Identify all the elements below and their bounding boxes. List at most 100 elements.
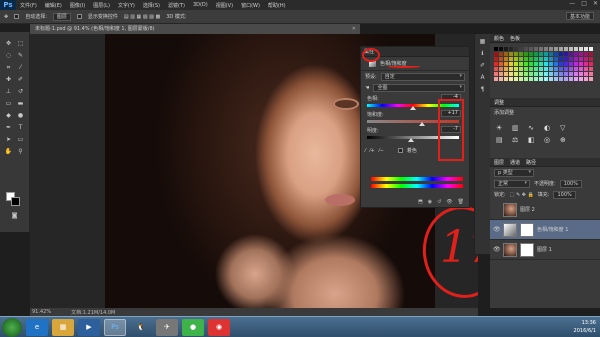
eye-icon[interactable]: 👁 bbox=[493, 226, 501, 233]
color-swatch[interactable] bbox=[514, 57, 518, 61]
document-tab[interactable]: 未标题-1.psd @ 91.4% (色相/饱和度 1, 图层蒙版/8) ✕ bbox=[30, 24, 360, 34]
type-tool-icon[interactable]: T bbox=[16, 124, 25, 132]
color-swatch[interactable] bbox=[494, 67, 498, 71]
color-swatch[interactable] bbox=[559, 62, 563, 66]
media-icon[interactable]: ▶ bbox=[78, 318, 100, 336]
color-swatch[interactable] bbox=[579, 77, 583, 81]
color-swatch[interactable] bbox=[534, 67, 538, 71]
color-swatch[interactable] bbox=[574, 52, 578, 56]
color-swatch[interactable] bbox=[584, 77, 588, 81]
eye-icon[interactable]: 👁 bbox=[493, 246, 501, 253]
color-swatch[interactable] bbox=[504, 57, 508, 61]
history-brush-tool-icon[interactable]: ↺ bbox=[16, 88, 25, 96]
shape-tool-icon[interactable]: ▭ bbox=[16, 136, 25, 144]
tab-adjustments[interactable]: 调整 bbox=[494, 99, 504, 106]
color-swatch[interactable] bbox=[544, 47, 548, 51]
color-swatch[interactable] bbox=[494, 77, 498, 81]
color-swatch[interactable] bbox=[539, 62, 543, 66]
ie-icon[interactable]: e bbox=[26, 318, 48, 336]
eraser-tool-icon[interactable]: ▭ bbox=[4, 100, 13, 108]
color-swatch[interactable] bbox=[569, 72, 573, 76]
color-swatch[interactable] bbox=[539, 47, 543, 51]
color-swatch[interactable] bbox=[499, 62, 503, 66]
photoshop-logo[interactable]: Ps bbox=[0, 0, 16, 10]
color-swatch[interactable] bbox=[589, 77, 593, 81]
color-swatch[interactable] bbox=[574, 77, 578, 81]
color-swatch[interactable] bbox=[534, 47, 538, 51]
eyedropper-minus-icon[interactable]: ⁄− bbox=[379, 148, 384, 154]
color-swatch[interactable] bbox=[524, 77, 528, 81]
color-swatch[interactable] bbox=[559, 77, 563, 81]
maximize-button[interactable]: □ bbox=[581, 0, 587, 7]
color-swatch[interactable] bbox=[579, 52, 583, 56]
color-swatch[interactable] bbox=[494, 52, 498, 56]
color-swatch[interactable] bbox=[544, 67, 548, 71]
photo-filter-icon[interactable]: ◎ bbox=[544, 136, 556, 144]
clock-time[interactable]: 13:36 bbox=[574, 319, 596, 327]
curves-icon[interactable]: ∿ bbox=[528, 124, 540, 132]
clock-date[interactable]: 2016/6/1 bbox=[574, 327, 596, 335]
brush-tool-icon[interactable]: ✐ bbox=[16, 76, 25, 84]
color-swatch[interactable] bbox=[519, 52, 523, 56]
netease-icon[interactable]: ◉ bbox=[208, 318, 230, 336]
zoom-level[interactable]: 91.42% bbox=[32, 309, 51, 315]
color-swatch[interactable] bbox=[544, 77, 548, 81]
history-panel-icon[interactable]: ▦ bbox=[478, 38, 487, 46]
color-swatch[interactable] bbox=[579, 72, 583, 76]
eyedropper-icon[interactable]: ⁄ bbox=[365, 148, 366, 154]
layer-row[interactable]: 👁 色相/饱和度 1 bbox=[490, 220, 600, 240]
color-swatch[interactable] bbox=[569, 47, 573, 51]
color-swatch[interactable] bbox=[544, 72, 548, 76]
menu-layer[interactable]: 图层(L) bbox=[89, 2, 114, 9]
color-swatch[interactable] bbox=[544, 62, 548, 66]
colorize-checkbox[interactable] bbox=[397, 148, 403, 153]
layer-kind-dropdown[interactable]: p 类型 bbox=[494, 168, 534, 177]
color-swatch[interactable] bbox=[529, 77, 533, 81]
color-swatch[interactable] bbox=[519, 62, 523, 66]
color-swatch[interactable] bbox=[514, 72, 518, 76]
tab-swatches[interactable]: 色板 bbox=[510, 35, 520, 42]
color-swatch[interactable] bbox=[549, 62, 553, 66]
color-swatch[interactable] bbox=[564, 72, 568, 76]
menu-3d[interactable]: 3D(D) bbox=[189, 2, 212, 8]
start-button[interactable] bbox=[2, 317, 22, 337]
menu-type[interactable]: 文字(Y) bbox=[114, 2, 139, 9]
color-swatch[interactable] bbox=[569, 77, 573, 81]
color-swatch[interactable] bbox=[589, 57, 593, 61]
menu-file[interactable]: 文件(F) bbox=[16, 2, 41, 9]
menu-window[interactable]: 窗口(W) bbox=[237, 2, 264, 9]
color-swatch[interactable] bbox=[494, 62, 498, 66]
color-swatch[interactable] bbox=[524, 72, 528, 76]
color-swatch[interactable] bbox=[574, 67, 578, 71]
color-swatch[interactable] bbox=[554, 57, 558, 61]
color-swatch[interactable] bbox=[514, 62, 518, 66]
workspace-dropdown[interactable]: 基本功能 bbox=[565, 12, 594, 20]
color-swatch[interactable] bbox=[574, 72, 578, 76]
pen-tool-icon[interactable]: ✒ bbox=[4, 124, 13, 132]
blur-tool-icon[interactable]: ◆ bbox=[4, 112, 13, 120]
clip-to-layer-icon[interactable]: ⬒ bbox=[418, 199, 423, 205]
color-swatch[interactable] bbox=[534, 52, 538, 56]
menu-select[interactable]: 选择(S) bbox=[139, 2, 164, 9]
channel-mixer-icon[interactable]: ⊕ bbox=[560, 136, 572, 144]
color-swatch[interactable] bbox=[574, 57, 578, 61]
color-swatch[interactable] bbox=[539, 77, 543, 81]
color-swatch[interactable] bbox=[554, 52, 558, 56]
color-swatch[interactable] bbox=[534, 77, 538, 81]
fill-field[interactable]: 100% bbox=[553, 190, 576, 199]
color-swatch[interactable] bbox=[524, 62, 528, 66]
crop-tool-icon[interactable]: ⌗ bbox=[4, 64, 13, 72]
color-swatch[interactable] bbox=[509, 72, 513, 76]
color-swatch[interactable] bbox=[539, 72, 543, 76]
color-swatch[interactable] bbox=[529, 52, 533, 56]
dodge-tool-icon[interactable]: ● bbox=[16, 112, 25, 120]
view-previous-icon[interactable]: ◉ bbox=[428, 199, 432, 205]
color-swatch[interactable] bbox=[494, 57, 498, 61]
show-transform-checkbox[interactable] bbox=[76, 14, 82, 19]
menu-view[interactable]: 视图(V) bbox=[212, 2, 237, 9]
color-swatch[interactable] bbox=[559, 52, 563, 56]
color-swatch[interactable] bbox=[514, 77, 518, 81]
color-swatch[interactable] bbox=[499, 52, 503, 56]
visibility-icon[interactable]: 👁 bbox=[446, 199, 452, 205]
color-swatch[interactable] bbox=[534, 62, 538, 66]
